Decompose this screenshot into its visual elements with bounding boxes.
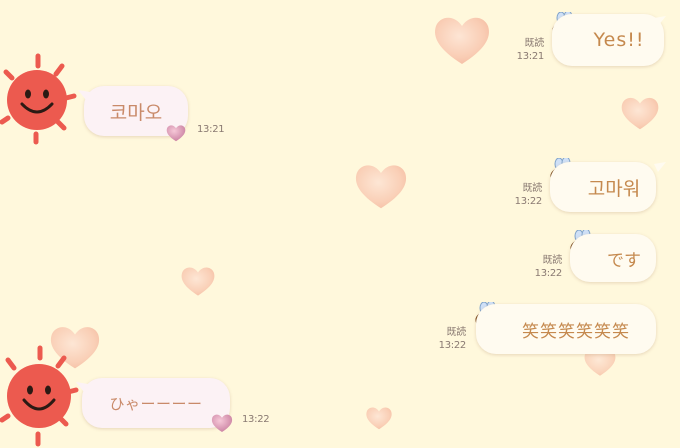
bubble-tail [654,16,666,26]
message-time: 13:22 [514,196,543,207]
message-time: 13:22 [242,414,270,425]
message-bubble-outgoing[interactable]: 笑笑笑笑笑笑 [476,304,656,354]
message-meta: 既読 13:22 [504,182,543,208]
background-heart-icon [435,17,489,64]
heart-icon [211,414,233,432]
background-heart-icon [181,267,215,296]
sun-avatar-icon[interactable] [0,344,86,448]
message-time: 13:22 [438,340,467,351]
background-heart-icon [355,165,407,209]
message-text: 고마워 [587,177,641,200]
sun-avatar-icon[interactable] [0,52,86,148]
read-receipt: 既読 [522,183,543,194]
message-text: Yes!! [593,29,645,51]
bubble-tail [654,162,666,172]
background-heart-icon [366,407,392,430]
message-time: 13:21 [197,124,225,135]
message-bubble-incoming[interactable]: ひゃーーーー [82,378,230,428]
message-time: 13:21 [516,51,545,62]
message-bubble-outgoing[interactable]: Yes!! [552,14,664,66]
bubble-tail [78,90,90,100]
message-text: 笑笑笑笑笑笑 [522,321,630,342]
message-text: ひゃーーーー [109,394,203,413]
bubble-tail [76,382,88,392]
message-meta: 既読 13:21 [506,37,545,63]
heart-icon [166,125,186,142]
message-meta: 既読 13:22 [524,254,563,280]
message-text: 코마오 [109,101,163,124]
background-heart-icon [621,97,659,130]
read-receipt: 既読 [542,255,563,266]
message-bubble-outgoing[interactable]: です [570,234,656,282]
message-bubble-outgoing[interactable]: 고마워 [550,162,656,212]
message-meta: 既読 13:22 [428,326,467,352]
read-receipt: 既読 [524,38,545,49]
message-text: です [607,250,641,271]
read-receipt: 既読 [446,327,467,338]
message-time: 13:22 [534,268,563,279]
